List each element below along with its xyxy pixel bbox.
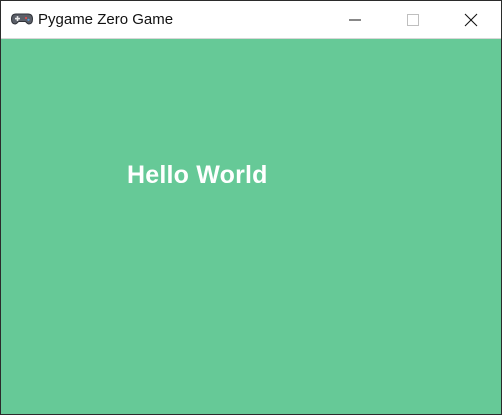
window-controls [327, 1, 501, 39]
game-canvas[interactable]: Hello World [1, 39, 501, 414]
minimize-button[interactable] [327, 1, 385, 39]
title-bar[interactable]: Pygame Zero Game [1, 1, 501, 39]
close-icon [464, 13, 478, 27]
app-window: Pygame Zero Game Hello World [0, 0, 502, 415]
close-button[interactable] [443, 1, 501, 39]
minimize-icon [349, 19, 361, 21]
gamepad-icon [10, 11, 34, 27]
maximize-icon [407, 14, 419, 26]
maximize-button[interactable] [385, 1, 443, 39]
window-title: Pygame Zero Game [38, 11, 174, 28]
hello-world-text: Hello World [127, 161, 268, 189]
